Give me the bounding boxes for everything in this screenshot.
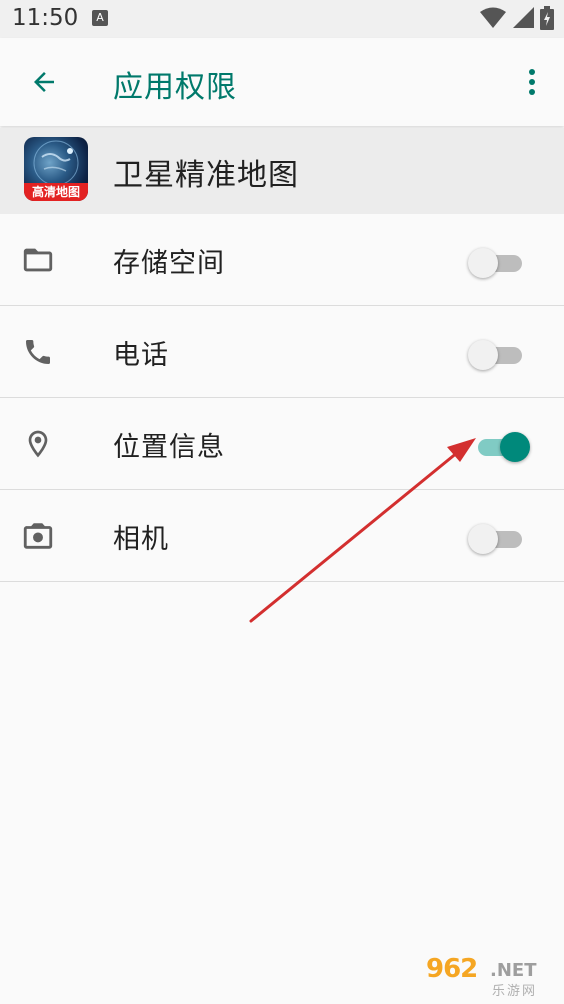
watermark-logo: 962 .NET 乐游网 <box>426 954 556 999</box>
wifi-icon <box>480 7 506 28</box>
permission-label: 位置信息 <box>113 432 225 463</box>
page-title: 应用权限 <box>113 70 237 105</box>
folder-icon <box>20 242 56 278</box>
notification-icon: A <box>92 10 108 26</box>
permission-row-storage[interactable]: 存储空间 <box>0 214 564 306</box>
app-icon-label: 高清地图 <box>24 183 88 201</box>
permission-row-location[interactable]: 位置信息 <box>0 398 564 490</box>
more-options-button[interactable] <box>518 60 546 104</box>
permission-row-camera[interactable]: 相机 <box>0 490 564 582</box>
location-icon <box>20 426 56 462</box>
permission-row-phone[interactable]: 电话 <box>0 306 564 398</box>
app-header: 高清地图 卫星精准地图 <box>0 128 564 214</box>
permission-list: 存储空间 电话 位置信息 相机 <box>0 214 564 582</box>
more-vert-icon <box>529 69 535 95</box>
switch-thumb <box>468 524 498 554</box>
app-icon: 高清地图 <box>24 137 88 201</box>
watermark-subtitle: 乐游网 <box>492 984 538 999</box>
camera-icon <box>20 518 56 554</box>
location-toggle[interactable] <box>468 428 534 462</box>
watermark-number: 962 <box>426 954 478 984</box>
camera-toggle[interactable] <box>468 520 534 554</box>
storage-toggle[interactable] <box>468 244 534 278</box>
status-icons <box>480 6 554 30</box>
arrow-left-icon <box>34 72 54 92</box>
phone-toggle[interactable] <box>468 336 534 370</box>
switch-thumb <box>468 340 498 370</box>
signal-icon <box>513 7 534 28</box>
phone-icon <box>20 334 56 370</box>
battery-icon <box>540 6 554 30</box>
status-bar: 11:50 A <box>0 0 564 38</box>
permission-label: 电话 <box>113 340 169 371</box>
permission-label: 存储空间 <box>113 248 225 279</box>
globe-icon <box>33 140 79 186</box>
back-button[interactable] <box>22 60 66 104</box>
app-name: 卫星精准地图 <box>113 158 299 193</box>
app-bar: 应用权限 <box>0 38 564 126</box>
switch-thumb <box>500 432 530 462</box>
permission-label: 相机 <box>113 524 169 555</box>
watermark-domain: .NET <box>490 960 537 981</box>
switch-thumb <box>468 248 498 278</box>
status-time: 11:50 <box>12 5 79 31</box>
